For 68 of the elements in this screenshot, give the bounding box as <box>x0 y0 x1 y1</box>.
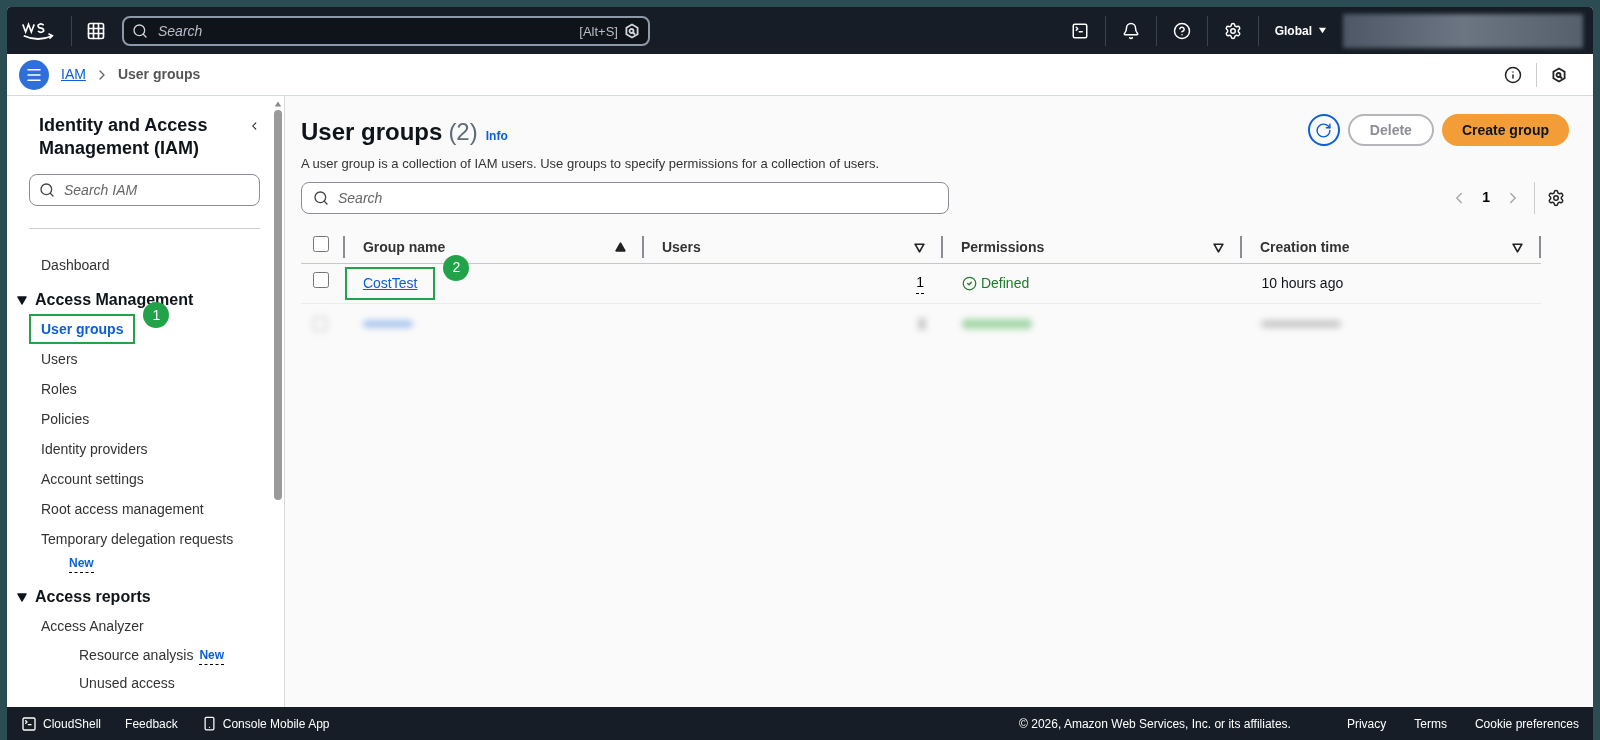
sort-icon[interactable] <box>1512 241 1523 253</box>
user-count[interactable]: 1 <box>916 272 924 294</box>
region-dropdown[interactable]: Global <box>1274 21 1327 40</box>
sort-icon[interactable] <box>913 241 925 253</box>
step-badge: 2 <box>443 254 470 281</box>
page-description: A user group is a collection of IAM users. Use groups to specify permissions for a collection of users. <box>301 155 880 173</box>
nav-item[interactable]: Roles <box>29 374 89 404</box>
nav-item[interactable]: Temporary delegation requests <box>29 524 246 554</box>
terminal-icon <box>21 715 37 732</box>
breadcrumb-current: User groups <box>117 65 201 84</box>
nav-item[interactable]: Account settings <box>29 464 156 494</box>
create-group-button[interactable]: Create group <box>1441 114 1569 146</box>
nav-item[interactable]: User groups <box>29 314 136 344</box>
expand-caret-icon[interactable] <box>17 592 27 602</box>
group-count: (2) <box>448 117 478 147</box>
new-badge: New <box>69 554 94 573</box>
search-icon <box>39 182 55 198</box>
column-header[interactable]: Users <box>661 236 914 258</box>
search-field[interactable]: Search <box>301 181 949 214</box>
refresh-icon <box>1315 121 1333 139</box>
search-field[interactable]: Search IAM <box>29 174 260 206</box>
scroll-up-icon[interactable] <box>274 100 282 108</box>
footer-link[interactable]: Cookie preferences <box>1474 714 1579 733</box>
phone-icon <box>201 716 217 731</box>
shortcut-hint: [Alt+S] <box>579 22 618 41</box>
refresh-button[interactable] <box>1307 114 1340 146</box>
menu-button[interactable] <box>19 59 49 90</box>
section-header[interactable]: Access reports <box>35 585 151 609</box>
nav-item[interactable]: Resource analysis <box>49 641 200 669</box>
group-name-link[interactable]: CostTest <box>344 266 436 300</box>
nav-item[interactable]: Root access management <box>29 494 216 524</box>
info-icon[interactable] <box>1504 65 1522 84</box>
info-link[interactable]: Info <box>485 127 508 145</box>
apps-grid-icon[interactable] <box>86 20 106 41</box>
sidebar-title: Identity and Access Management (IAM) <box>39 114 209 160</box>
permissions-status: Defined <box>980 273 1030 293</box>
nav-item[interactable]: Dashboard <box>29 251 260 280</box>
help-icon[interactable] <box>1172 21 1191 40</box>
new-badge: New <box>199 645 225 665</box>
select-all-checkbox[interactable] <box>313 236 329 252</box>
footer-link[interactable]: Terms <box>1414 714 1447 733</box>
sort-icon[interactable] <box>1213 241 1224 253</box>
nav-item[interactable]: Users <box>29 344 90 374</box>
copyright-text: © 2026, Amazon Web Services, Inc. or its affiliates. <box>1019 715 1291 733</box>
cloudshell-link[interactable]: CloudShell <box>21 714 102 733</box>
bell-icon[interactable] <box>1121 21 1140 40</box>
nav-item[interactable]: Policies <box>29 404 102 434</box>
terminal-icon[interactable] <box>1070 21 1089 40</box>
mobile-app-link[interactable]: Console Mobile App <box>201 714 330 733</box>
nav-item[interactable]: Unused access <box>49 669 181 697</box>
column-header[interactable]: Permissions <box>960 236 1213 258</box>
assistant-icon[interactable] <box>1551 66 1567 83</box>
creation-time: 10 hours ago <box>1261 275 1344 291</box>
row-checkbox[interactable] <box>313 272 329 288</box>
feedback-link[interactable]: Feedback <box>125 714 178 733</box>
page-number[interactable]: 1 <box>1482 187 1490 208</box>
page-title: User groups <box>301 117 443 147</box>
caret-down-icon <box>1318 26 1327 35</box>
nav-item[interactable]: Identity providers <box>29 434 160 464</box>
check-circle-icon <box>961 275 977 291</box>
expand-caret-icon[interactable] <box>17 295 27 305</box>
nav-item[interactable]: Access Analyzer <box>29 611 156 641</box>
column-header[interactable]: Creation time <box>1260 236 1512 258</box>
settings-icon[interactable] <box>1223 21 1242 40</box>
footer-link[interactable]: Privacy <box>1346 714 1387 733</box>
settings-icon[interactable] <box>1547 188 1565 207</box>
breadcrumb-link[interactable]: IAM <box>61 64 86 85</box>
sort-ascending-icon[interactable] <box>614 241 626 253</box>
